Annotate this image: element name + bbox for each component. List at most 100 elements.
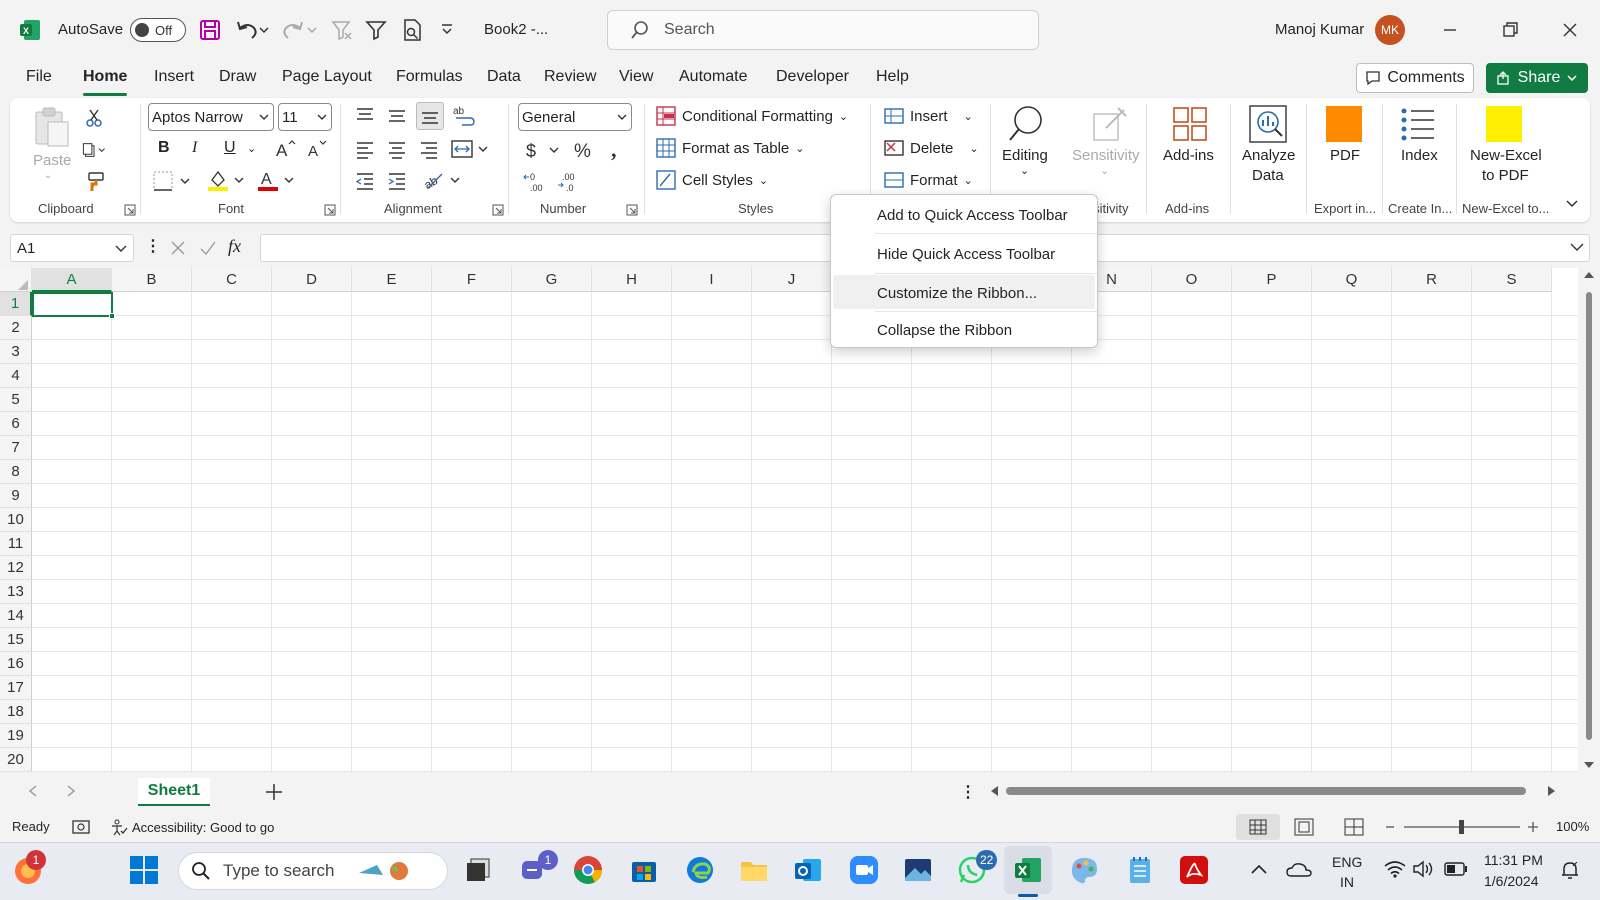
comments-button[interactable]: Comments <box>1356 63 1474 93</box>
battery-icon[interactable] <box>1444 862 1468 876</box>
wifi-icon[interactable] <box>1384 860 1406 878</box>
redo-icon[interactable] <box>282 18 318 42</box>
row-header[interactable]: 5 <box>0 388 32 412</box>
zoom-slider[interactable] <box>1384 818 1540 836</box>
customize-qat-icon[interactable] <box>440 22 454 36</box>
undo-icon[interactable] <box>234 18 270 42</box>
name-box[interactable]: A1 <box>10 234 134 262</box>
column-header[interactable]: C <box>192 268 272 292</box>
outlook-icon[interactable] <box>790 852 826 888</box>
column-header[interactable]: A <box>32 268 112 292</box>
macro-recording-icon[interactable] <box>72 818 90 836</box>
row-header[interactable]: 3 <box>0 340 32 364</box>
scroll-sheets-right-icon[interactable] <box>64 784 78 798</box>
column-header[interactable]: I <box>672 268 752 292</box>
chevron-down-icon[interactable] <box>1566 72 1578 84</box>
dialog-launcher-icon[interactable] <box>626 204 638 216</box>
add-ins-label[interactable]: Add-ins <box>1163 146 1214 166</box>
row-header[interactable]: 10 <box>0 508 32 532</box>
sensitivity-label[interactable]: Sensitivity <box>1072 146 1140 166</box>
font-size-select[interactable]: 11 <box>278 103 332 131</box>
minimize-icon[interactable] <box>1440 18 1460 42</box>
editing-dropdown-icon[interactable]: ⌄ <box>1020 164 1029 177</box>
file-name[interactable]: Book2 -... <box>484 21 548 38</box>
menu-item-collapse-ribbon[interactable]: Collapse the Ribbon <box>877 322 1012 339</box>
tab-help[interactable]: Help <box>876 68 909 92</box>
row-header[interactable]: 7 <box>0 436 32 460</box>
chrome-icon[interactable] <box>570 852 606 888</box>
select-all-corner[interactable] <box>0 268 32 292</box>
restore-icon[interactable] <box>1500 18 1520 42</box>
column-header[interactable]: E <box>352 268 432 292</box>
autosave-toggle[interactable]: Off <box>130 18 186 42</box>
increase-font-icon[interactable]: A <box>274 138 298 160</box>
column-header[interactable]: F <box>432 268 512 292</box>
dialog-launcher-icon[interactable] <box>124 204 136 216</box>
fill-handle[interactable] <box>109 313 115 319</box>
row-header[interactable]: 14 <box>0 604 32 628</box>
format-painter-icon[interactable] <box>82 170 106 194</box>
pdf-icon[interactable] <box>1326 106 1362 142</box>
save-icon[interactable] <box>198 18 222 42</box>
decrease-indent-icon[interactable] <box>354 170 376 192</box>
row-header[interactable]: 4 <box>0 364 32 388</box>
avatar[interactable]: MK <box>1375 15 1405 45</box>
close-icon[interactable] <box>1560 18 1580 42</box>
percent-icon[interactable]: % <box>572 138 596 162</box>
notification-bell-icon[interactable] <box>1560 860 1580 880</box>
editing-search-icon[interactable] <box>1006 104 1046 144</box>
tab-insert[interactable]: Insert <box>154 68 194 92</box>
zoom-meetings-icon[interactable] <box>846 852 882 888</box>
microsoft-store-icon[interactable] <box>626 852 662 888</box>
increase-decimal-icon[interactable]: 0.00 <box>522 170 548 194</box>
format-as-table-button[interactable]: Format as Table ⌄ <box>656 138 805 158</box>
sheet-tab-active[interactable]: Sheet1 <box>138 778 210 806</box>
add-sheet-icon[interactable] <box>264 782 284 802</box>
clock-date[interactable]: 1/6/2024 <box>1484 873 1539 889</box>
format-cells-button[interactable]: Format ⌄ <box>884 170 973 190</box>
insert-cells-button[interactable]: Insert ⌄ <box>884 106 973 126</box>
column-header[interactable]: P <box>1232 268 1312 292</box>
ribbon-expand-icon[interactable] <box>1564 198 1580 210</box>
underline-dropdown-icon[interactable]: ⌄ <box>247 142 256 155</box>
tab-view[interactable]: View <box>619 68 653 92</box>
language-line1[interactable]: ENG <box>1332 854 1362 870</box>
row-header[interactable]: 17 <box>0 676 32 700</box>
vertical-scrollbar[interactable] <box>1578 268 1600 772</box>
column-header[interactable]: G <box>512 268 592 292</box>
column-header[interactable]: O <box>1152 268 1232 292</box>
analyze-data-line2[interactable]: Data <box>1252 166 1284 186</box>
excel-taskbar-icon[interactable] <box>1010 852 1046 888</box>
font-color-icon[interactable]: A <box>256 168 296 192</box>
volume-icon[interactable] <box>1412 860 1436 878</box>
row-header[interactable]: 18 <box>0 700 32 724</box>
page-layout-view-icon[interactable] <box>1294 818 1314 836</box>
cut-icon[interactable] <box>82 106 106 130</box>
number-format-select[interactable]: General <box>518 103 632 131</box>
conditional-formatting-button[interactable]: Conditional Formatting ⌄ <box>656 106 848 126</box>
menu-item-add-to-qat[interactable]: Add to Quick Access Toolbar <box>877 207 1068 224</box>
sheet-options-icon[interactable]: ⋮ <box>960 782 976 802</box>
tab-review[interactable]: Review <box>544 68 596 92</box>
print-preview-icon[interactable] <box>400 18 424 42</box>
column-header[interactable]: H <box>592 268 672 292</box>
decrease-decimal-icon[interactable]: .00.0 <box>556 170 582 194</box>
align-top-icon[interactable] <box>354 104 376 126</box>
photos-icon[interactable] <box>900 852 936 888</box>
search-box[interactable]: Search <box>607 10 1039 50</box>
taskbar-search[interactable]: Type to search <box>178 852 448 890</box>
row-header[interactable]: 6 <box>0 412 32 436</box>
column-header[interactable]: D <box>272 268 352 292</box>
new-excel-line2[interactable]: to PDF <box>1482 166 1529 186</box>
row-header[interactable]: 9 <box>0 484 32 508</box>
tab-data[interactable]: Data <box>487 68 521 92</box>
menu-item-hide-qat[interactable]: Hide Quick Access Toolbar <box>877 246 1055 263</box>
align-center-icon[interactable] <box>386 138 408 160</box>
row-header[interactable]: 19 <box>0 724 32 748</box>
active-cell-a1[interactable] <box>32 292 115 319</box>
new-excel-line1[interactable]: New-Excel <box>1470 146 1542 166</box>
analyze-data-line1[interactable]: Analyze <box>1242 146 1295 166</box>
paint-icon[interactable] <box>1066 852 1102 888</box>
cancel-entry-icon[interactable] <box>168 238 188 258</box>
row-header[interactable]: 13 <box>0 580 32 604</box>
